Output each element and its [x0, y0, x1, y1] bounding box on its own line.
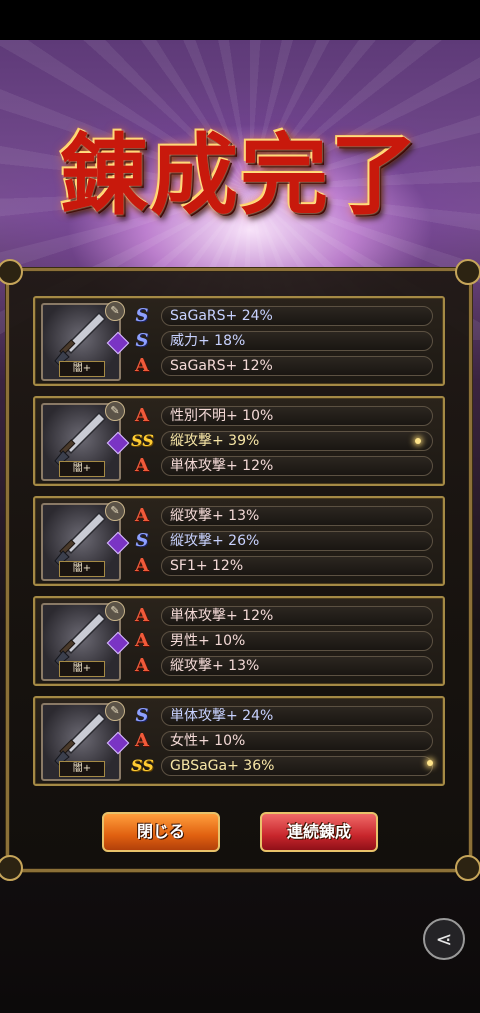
rank-s-icon: S: [135, 305, 149, 326]
element-badge: 闇+: [59, 361, 105, 377]
bonus-text: SaGaRS+ 12%: [161, 356, 433, 376]
bonus-text: GBSaGa+ 36%: [161, 756, 433, 776]
rank-a-icon: A: [135, 730, 149, 751]
feather-icon: ✎: [105, 601, 125, 621]
rank-a-icon: A: [135, 355, 149, 376]
bonus-text: 単体攻撃+ 12%: [161, 606, 433, 626]
bonus-row: A 単体攻撃+ 12%: [131, 455, 437, 477]
result-title: 錬成完了: [59, 123, 420, 227]
weapon-result-card[interactable]: ✎ 闇+ S 単体攻撃+ 24% A 女性+ 10% SS GBSaGa+ 36…: [33, 696, 445, 786]
weapon-result-card[interactable]: ✎ 闇+ S SaGaRS+ 24% S 威力+ 18% A SaGaRS+ 1…: [33, 296, 445, 386]
weapon-result-card[interactable]: ✎ 闇+ A 単体攻撃+ 12% A 男性+ 10% A 縦攻撃+ 13%: [33, 596, 445, 686]
rank-a-icon: A: [135, 655, 149, 676]
bonus-row: A 縦攻撃+ 13%: [131, 655, 437, 677]
element-badge: 闇+: [59, 761, 105, 777]
bonus-row: A SF1+ 12%: [131, 555, 437, 577]
panel-ornament-icon: [0, 259, 23, 285]
bonus-text: 縦攻撃+ 13%: [161, 656, 433, 676]
bonus-text: SF1+ 12%: [161, 556, 433, 576]
element-badge: 闇+: [59, 561, 105, 577]
bonus-text: SaGaRS+ 24%: [161, 306, 433, 326]
weapon-result-card[interactable]: ✎ 闇+ A 性別不明+ 10% SS 縦攻撃+ 39% A 単体攻撃+ 12%: [33, 396, 445, 486]
weapon-thumbnail[interactable]: ✎ 闇+: [41, 501, 130, 581]
bonus-text: 単体攻撃+ 24%: [161, 706, 433, 726]
bonus-text: 縦攻撃+ 13%: [161, 506, 433, 526]
bonus-text: 単体攻撃+ 12%: [161, 456, 433, 476]
sword-icon: [54, 311, 107, 366]
bonus-row: A 縦攻撃+ 13%: [131, 505, 437, 527]
rank-a-icon: A: [135, 455, 149, 476]
bonus-row: S 縦攻撃+ 26%: [131, 530, 437, 552]
bonus-row: A 男性+ 10%: [131, 630, 437, 652]
bonus-text: 女性+ 10%: [161, 731, 433, 751]
rank-a-icon: A: [135, 405, 149, 426]
element-badge: 闇+: [59, 661, 105, 677]
rank-ss-icon: SS: [131, 431, 154, 450]
rank-a-icon: A: [135, 505, 149, 526]
weapon-thumbnail[interactable]: ✎ 闇+: [41, 401, 130, 481]
feather-icon: ✎: [105, 401, 125, 421]
weapon-thumbnail[interactable]: ✎ 闇+: [41, 601, 130, 681]
bonus-row: SS 縦攻撃+ 39%: [131, 430, 437, 452]
bonus-row: S 威力+ 18%: [131, 330, 437, 352]
panel-ornament-icon: [455, 855, 480, 881]
bonus-text: 縦攻撃+ 39%: [161, 431, 433, 451]
bonus-row: A 性別不明+ 10%: [131, 405, 437, 427]
bonus-row: S 単体攻撃+ 24%: [131, 705, 437, 727]
feather-icon: ✎: [105, 301, 125, 321]
bonus-row: SS GBSaGa+ 36%: [131, 755, 437, 777]
bonus-text: 威力+ 18%: [161, 331, 433, 351]
continue-synthesis-button[interactable]: 連続錬成: [260, 812, 378, 852]
sword-icon: [54, 611, 107, 666]
share-icon[interactable]: ⋖: [423, 918, 465, 960]
weapon-thumbnail[interactable]: ✎ 闇+: [41, 701, 130, 781]
element-badge: 闇+: [59, 461, 105, 477]
weapon-thumbnail[interactable]: ✎ 闇+: [41, 301, 130, 381]
rank-a-icon: A: [135, 630, 149, 651]
bonus-row: A 女性+ 10%: [131, 730, 437, 752]
panel-ornament-icon: [455, 259, 480, 285]
weapon-result-card[interactable]: ✎ 闇+ A 縦攻撃+ 13% S 縦攻撃+ 26% A SF1+ 12%: [33, 496, 445, 586]
sword-icon: [54, 511, 107, 566]
rank-s-icon: S: [135, 530, 149, 551]
rank-s-icon: S: [135, 330, 149, 351]
feather-icon: ✎: [105, 701, 125, 721]
sword-icon: [54, 411, 107, 466]
feather-icon: ✎: [105, 501, 125, 521]
close-button[interactable]: 閉じる: [102, 812, 220, 852]
bonus-row: A 単体攻撃+ 12%: [131, 605, 437, 627]
bonus-text: 縦攻撃+ 26%: [161, 531, 433, 551]
bonus-text: 男性+ 10%: [161, 631, 433, 651]
bonus-row: S SaGaRS+ 24%: [131, 305, 437, 327]
rank-a-icon: A: [135, 605, 149, 626]
sword-icon: [54, 711, 107, 766]
rank-ss-icon: SS: [131, 756, 154, 775]
bonus-text: 性別不明+ 10%: [161, 406, 433, 426]
bonus-row: A SaGaRS+ 12%: [131, 355, 437, 377]
sparkle-icon: [427, 760, 433, 766]
status-bar: [0, 0, 480, 40]
rank-a-icon: A: [135, 555, 149, 576]
rank-s-icon: S: [135, 705, 149, 726]
sparkle-icon: [415, 438, 421, 444]
